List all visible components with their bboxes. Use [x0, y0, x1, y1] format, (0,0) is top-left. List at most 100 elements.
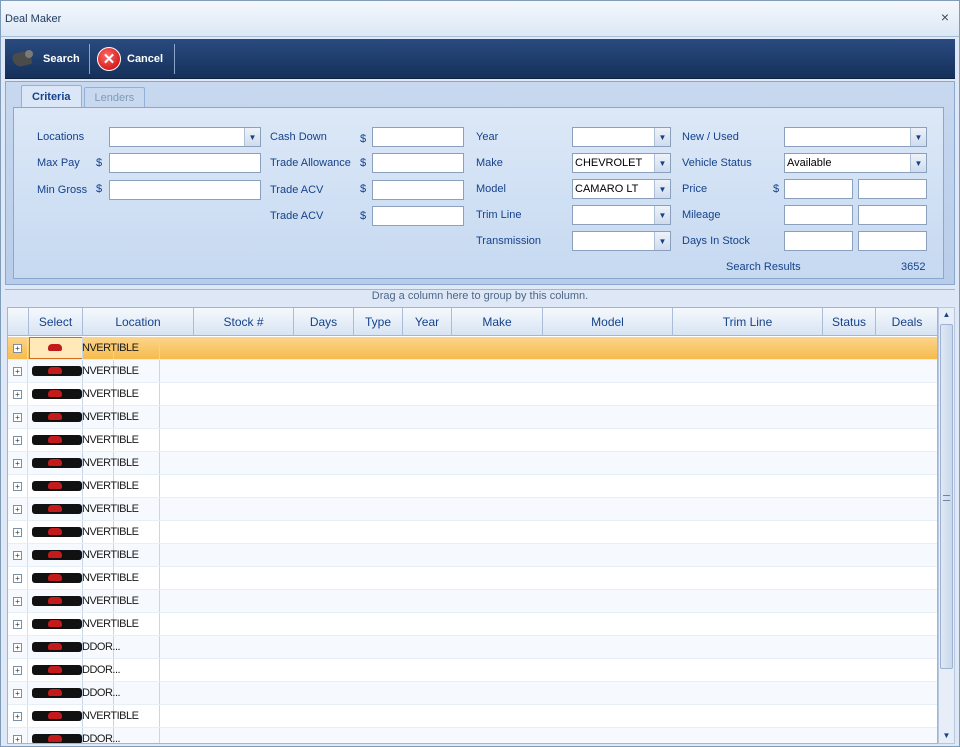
- car-icon[interactable]: [48, 620, 62, 627]
- column-header-type[interactable]: Type: [354, 308, 403, 336]
- car-icon[interactable]: [48, 436, 62, 443]
- chevron-down-icon[interactable]: ▼: [654, 232, 670, 250]
- year-combo[interactable]: ▼: [572, 127, 671, 147]
- column-header-deals[interactable]: Deals: [876, 308, 937, 336]
- mileage-max-field[interactable]: [858, 205, 927, 225]
- table-row[interactable]: + DDOR...: [8, 682, 937, 705]
- car-icon[interactable]: [48, 413, 62, 420]
- close-icon[interactable]: ×: [941, 9, 949, 25]
- car-icon[interactable]: [48, 482, 62, 489]
- table-row[interactable]: + NVERTIBLE: [8, 705, 937, 728]
- table-row[interactable]: + NVERTIBLE: [8, 383, 937, 406]
- model-combo[interactable]: CAMARO LT ▼: [572, 179, 671, 199]
- price-min-field[interactable]: [784, 179, 853, 199]
- search-button[interactable]: Search: [5, 44, 90, 74]
- expand-row-icon[interactable]: +: [8, 406, 28, 428]
- chevron-down-icon[interactable]: ▼: [654, 206, 670, 224]
- min-gross-field[interactable]: [109, 180, 261, 200]
- car-icon[interactable]: [48, 735, 62, 742]
- expand-row-icon[interactable]: +: [8, 613, 28, 635]
- column-header-year[interactable]: Year: [403, 308, 452, 336]
- expand-row-icon[interactable]: +: [8, 544, 28, 566]
- column-header-days[interactable]: Days: [294, 308, 354, 336]
- table-row[interactable]: + NVERTIBLE: [8, 406, 937, 429]
- group-by-hint[interactable]: Drag a column here to group by this colu…: [5, 289, 955, 305]
- car-icon[interactable]: [48, 528, 62, 535]
- car-icon[interactable]: [48, 459, 62, 466]
- expand-row-icon[interactable]: +: [8, 521, 28, 543]
- table-row[interactable]: + NVERTIBLE: [8, 337, 937, 360]
- scroll-thumb[interactable]: [940, 324, 953, 669]
- trim-line-combo[interactable]: ▼: [572, 205, 671, 225]
- table-row[interactable]: + NVERTIBLE: [8, 567, 937, 590]
- column-header-model[interactable]: Model: [543, 308, 673, 336]
- locations-combo[interactable]: ▼: [109, 127, 261, 147]
- table-row[interactable]: + NVERTIBLE: [8, 613, 937, 636]
- chevron-down-icon[interactable]: ▼: [654, 128, 670, 146]
- max-pay-field[interactable]: [109, 153, 261, 173]
- table-row[interactable]: + NVERTIBLE: [8, 544, 937, 567]
- expand-row-icon[interactable]: +: [8, 498, 28, 520]
- column-header-status[interactable]: Status: [823, 308, 876, 336]
- car-icon[interactable]: [48, 574, 62, 581]
- make-combo[interactable]: CHEVROLET ▼: [572, 153, 671, 173]
- expand-row-icon[interactable]: +: [8, 383, 28, 405]
- vertical-scrollbar[interactable]: ▲ ▼: [938, 307, 955, 744]
- table-row[interactable]: + DDOR...: [8, 659, 937, 682]
- new-used-combo[interactable]: ▼: [784, 127, 927, 147]
- scroll-down-icon[interactable]: ▼: [939, 729, 954, 743]
- expand-row-icon[interactable]: +: [8, 475, 28, 497]
- chevron-down-icon[interactable]: ▼: [654, 154, 670, 172]
- trade-allowance-field[interactable]: [372, 153, 464, 173]
- table-row[interactable]: + NVERTIBLE: [8, 360, 937, 383]
- car-icon[interactable]: [48, 551, 62, 558]
- column-header-select[interactable]: Select: [29, 308, 83, 336]
- cancel-button[interactable]: ✕ Cancel: [91, 44, 175, 74]
- transmission-combo[interactable]: ▼: [572, 231, 671, 251]
- chevron-down-icon[interactable]: ▼: [654, 180, 670, 198]
- expand-row-icon[interactable]: +: [8, 337, 28, 359]
- expand-row-icon[interactable]: +: [8, 452, 28, 474]
- expand-row-icon[interactable]: +: [8, 636, 28, 658]
- table-row[interactable]: + NVERTIBLE: [8, 429, 937, 452]
- chevron-down-icon[interactable]: ▼: [244, 128, 260, 146]
- price-max-field[interactable]: [858, 179, 927, 199]
- tab-lenders[interactable]: Lenders: [83, 87, 146, 107]
- expand-row-icon[interactable]: +: [8, 705, 28, 727]
- table-row[interactable]: + NVERTIBLE: [8, 521, 937, 544]
- cash-down-field[interactable]: [372, 127, 464, 147]
- table-row[interactable]: + DDOR...: [8, 728, 937, 743]
- days-in-stock-min-field[interactable]: [784, 231, 853, 251]
- expand-row-icon[interactable]: +: [8, 567, 28, 589]
- column-header-location[interactable]: Location: [83, 308, 194, 336]
- table-row[interactable]: + NVERTIBLE: [8, 590, 937, 613]
- car-icon[interactable]: [48, 643, 62, 650]
- car-icon[interactable]: [48, 505, 62, 512]
- expand-row-icon[interactable]: +: [8, 659, 28, 681]
- column-header-stock[interactable]: Stock #: [194, 308, 294, 336]
- scroll-up-icon[interactable]: ▲: [939, 308, 954, 322]
- vehicle-status-combo[interactable]: Available ▼: [784, 153, 927, 173]
- car-icon[interactable]: [48, 597, 62, 604]
- column-header-make[interactable]: Make: [452, 308, 543, 336]
- expand-row-icon[interactable]: +: [8, 360, 28, 382]
- table-row[interactable]: + NVERTIBLE: [8, 452, 937, 475]
- car-icon[interactable]: [48, 689, 62, 696]
- car-icon[interactable]: [48, 367, 62, 374]
- tab-criteria[interactable]: Criteria: [21, 85, 82, 108]
- mileage-min-field[interactable]: [784, 205, 853, 225]
- trade-acv-field[interactable]: [372, 180, 464, 200]
- table-row[interactable]: + NVERTIBLE: [8, 498, 937, 521]
- expand-row-icon[interactable]: +: [8, 590, 28, 612]
- expand-row-icon[interactable]: +: [8, 728, 28, 743]
- car-icon[interactable]: [48, 712, 62, 719]
- trade-acv-field-2[interactable]: [372, 206, 464, 226]
- car-icon[interactable]: [48, 666, 62, 673]
- car-icon[interactable]: [48, 344, 62, 351]
- car-icon[interactable]: [48, 390, 62, 397]
- days-in-stock-max-field[interactable]: [858, 231, 927, 251]
- expand-row-icon[interactable]: +: [8, 682, 28, 704]
- table-row[interactable]: + DDOR...: [8, 636, 937, 659]
- column-header-trim-line[interactable]: Trim Line: [673, 308, 823, 336]
- chevron-down-icon[interactable]: ▼: [910, 128, 926, 146]
